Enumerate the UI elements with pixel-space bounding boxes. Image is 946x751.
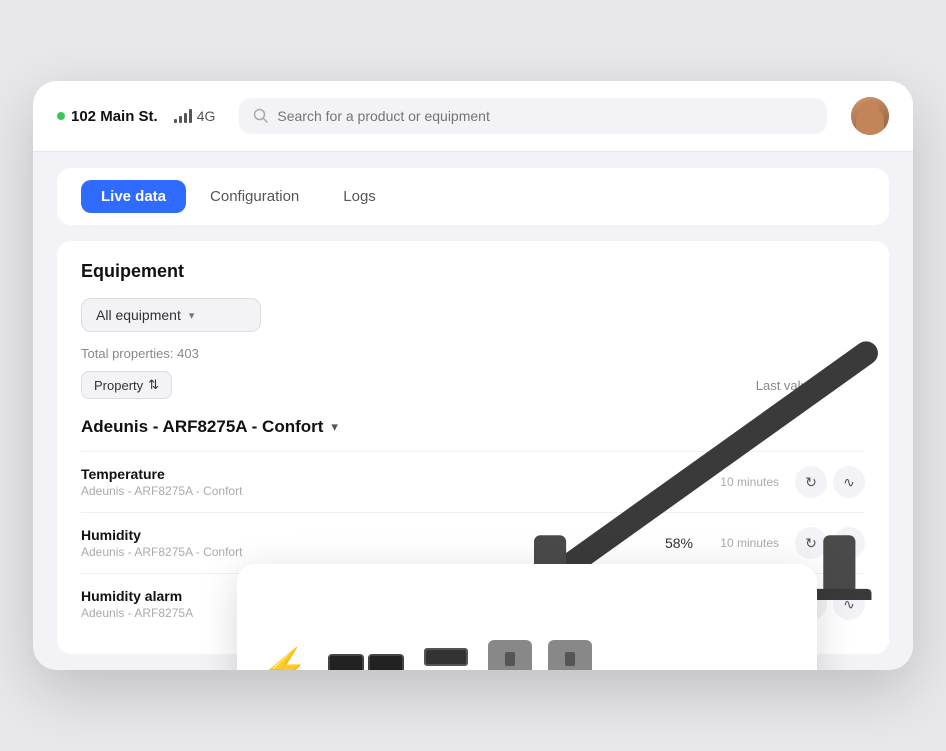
equipment-select[interactable]: All equipment ▾ (81, 298, 261, 332)
row-left: Humidity Adeunis - ARF8275A - Confort (81, 527, 613, 559)
property-time: 10 minutes (709, 475, 779, 489)
refresh-button[interactable]: ↻ (795, 466, 827, 498)
content-panel: Equipement All equipment ▾ Total propert… (57, 241, 889, 654)
search-bar[interactable] (239, 98, 827, 134)
signal-indicator: 4G (174, 108, 216, 124)
chart-button[interactable]: ∿ (833, 527, 865, 559)
refresh-button[interactable]: ↻ (795, 527, 827, 559)
table-row: Temperature Adeunis - ARF8275A - Confort… (81, 451, 865, 512)
lightning-icon: ⚡ (261, 647, 308, 670)
tab-live-data[interactable]: Live data (81, 180, 186, 213)
device-name: Adeunis - ARF8275A - Confort (81, 484, 613, 498)
chart-button[interactable]: ∿ (833, 466, 865, 498)
chart-button[interactable]: ∿ (833, 588, 865, 620)
property-name: Humidity (81, 527, 613, 543)
outlet-2 (548, 640, 592, 670)
property-time: 10 minutes (709, 536, 779, 550)
row-left: Temperature Adeunis - ARF8275A - Confort (81, 466, 613, 498)
equipment-select-label: All equipment (96, 307, 181, 323)
location-label: 102 Main St. (71, 108, 158, 125)
rj45-ports (328, 654, 404, 670)
rj45-port-1 (328, 654, 364, 670)
usb-port-1 (424, 648, 468, 666)
row-actions: ↻ ∿ (795, 527, 865, 559)
avatar (851, 97, 889, 135)
powerstrip-overlay: ⚡ (237, 564, 817, 670)
app-container: 102 Main St. 4G Live data Configu (33, 81, 913, 670)
property-name: Temperature (81, 466, 613, 482)
avatar-image (851, 97, 889, 135)
top-bar: 102 Main St. 4G (33, 81, 913, 152)
outlet-hole (505, 652, 515, 666)
group-chevron-icon[interactable]: ▾ (331, 419, 338, 435)
main-content: Live data Configuration Logs Equipement … (33, 168, 913, 654)
equipment-select-wrap: All equipment ▾ (81, 298, 865, 332)
property-filter-label: Property (94, 378, 143, 393)
device-name: Adeunis - ARF8275A - Confort (81, 545, 613, 559)
location-dot (57, 112, 65, 120)
signal-bars (174, 109, 192, 123)
equipment-group-title: Adeunis - ARF8275A - Confort (81, 417, 323, 437)
tab-logs[interactable]: Logs (323, 180, 396, 213)
property-filter-btn[interactable]: Property ⇅ (81, 371, 172, 399)
rj45-port-2 (368, 654, 404, 670)
row-actions: ↻ ∿ (795, 466, 865, 498)
total-properties: Total properties: 403 (81, 346, 865, 361)
tab-configuration[interactable]: Configuration (190, 180, 319, 213)
outlet-hole (565, 652, 575, 666)
search-icon (253, 108, 269, 124)
chevron-down-icon: ▾ (189, 309, 195, 322)
property-filter-chevron: ⇅ (148, 377, 159, 393)
signal-type: 4G (197, 108, 216, 124)
outlet-1 (488, 640, 532, 670)
location-badge: 102 Main St. (57, 108, 158, 125)
search-input[interactable] (277, 108, 813, 124)
section-title: Equipement (81, 261, 865, 282)
usb-ports (424, 648, 468, 670)
outlet-group (488, 640, 592, 670)
last-value-label: Last value (756, 378, 815, 393)
property-value: 58% (613, 535, 693, 551)
filter-row: Property ⇅ Last value (81, 371, 865, 399)
equipment-group-header: Adeunis - ARF8275A - Confort ▾ (81, 417, 865, 437)
tabs-bar: Live data Configuration Logs (57, 168, 889, 225)
